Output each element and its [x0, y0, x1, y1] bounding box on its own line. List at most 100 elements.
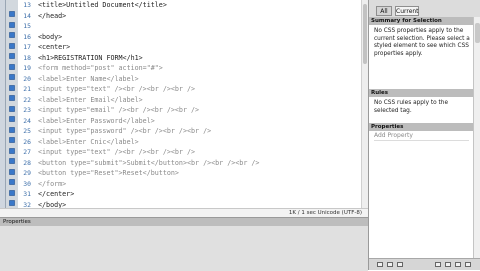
properties-panel-title: Properties [3, 219, 31, 225]
code-line[interactable]: 29 <button type="Reset">Reset</button> [0, 168, 368, 185]
line-number: 23 [23, 106, 31, 114]
code-line[interactable]: 21 <input type="text" /><br /><br /><br /… [0, 84, 368, 101]
show-category-view-icon[interactable] [377, 262, 383, 267]
new-css-rule-icon[interactable] [445, 262, 451, 267]
properties-panel-body [0, 226, 368, 271]
line-number: 28 [23, 158, 31, 167]
code-text: <body> [38, 32, 63, 41]
add-property-link[interactable]: Add Property [374, 132, 469, 141]
line-marker-icon [9, 76, 15, 91]
code-line[interactable]: 26 <label>Enter Cnic</label> [0, 137, 368, 154]
edit-rule-icon[interactable] [455, 262, 461, 267]
code-text: <center> [38, 43, 71, 51]
properties-panel-header[interactable]: Properties [0, 218, 368, 226]
show-list-view-icon[interactable] [387, 262, 393, 267]
code-lines: 13 <title>Untitled Document</title> 14 </he… [0, 0, 368, 217]
properties-panel: Properties [0, 217, 368, 271]
line-number: 18 [23, 53, 31, 62]
line-marker-icon [9, 44, 15, 59]
code-line[interactable]: 27 <input type="text" /><br /><br /><br /… [0, 147, 368, 164]
line-marker-icon [9, 23, 15, 38]
line-marker-icon [9, 170, 15, 185]
code-line[interactable]: 13 <title>Untitled Document</title> [0, 0, 368, 17]
show-set-properties-icon[interactable] [397, 262, 403, 267]
css-properties-list: Add Property [369, 131, 473, 258]
summary-section-header[interactable]: Summary for Selection [369, 17, 480, 25]
code-text: </center> [38, 190, 75, 198]
code-line[interactable]: 17 <center> [0, 42, 368, 59]
line-number: 13 [23, 1, 31, 9]
line-marker-icon [9, 149, 15, 164]
line-number: 16 [23, 32, 31, 41]
line-marker-icon [9, 65, 15, 80]
line-number: 31 [23, 190, 31, 198]
code-text: <h1>REGISTRATION FORM</h1> [38, 53, 143, 62]
line-marker-icon [9, 181, 15, 196]
code-line[interactable]: 14 </head> [0, 11, 368, 28]
tab-all[interactable]: All [376, 6, 392, 16]
css-panel-scrollbar-thumb[interactable] [475, 23, 480, 43]
tab-current[interactable]: Current [395, 6, 419, 16]
code-line[interactable]: 31 </center> [0, 189, 368, 206]
line-number: 19 [23, 64, 31, 72]
code-text: <title>Untitled Document</title> [38, 1, 167, 9]
line-marker-icon [9, 97, 15, 112]
line-number: 20 [23, 74, 31, 83]
summary-section-text: No CSS properties apply to the current s… [369, 25, 473, 89]
rules-section-text: No CSS rules apply to the selected tag. [369, 97, 473, 123]
attach-style-sheet-icon[interactable] [435, 262, 441, 267]
css-styles-panel: All Current Summary for Selection No CSS… [368, 0, 480, 270]
code-line[interactable]: 24 <label>Enter Password</label> [0, 116, 368, 133]
code-line[interactable]: 28 <button type="submit">Submit</button><… [0, 158, 368, 175]
line-number: 27 [23, 148, 31, 156]
code-text: </form> [38, 179, 67, 188]
code-text: <label>Enter Cnic</label> [38, 137, 139, 146]
line-marker-icon [9, 202, 15, 217]
line-number: 22 [23, 95, 31, 104]
line-number: 30 [23, 179, 31, 188]
css-panel-toolbar [369, 258, 480, 270]
css-properties-section-header[interactable]: Properties [369, 123, 480, 131]
code-text: <input type="text" /><br /><br /><br /> [38, 148, 196, 156]
code-text: <input type="text" /><br /><br /><br /> [38, 85, 196, 93]
line-number: 15 [23, 22, 31, 30]
line-marker-icon [9, 55, 15, 70]
code-line[interactable]: 30 </form> [0, 179, 368, 196]
code-text: <label>Enter Password</label> [38, 116, 155, 125]
line-number: 21 [23, 85, 31, 93]
editor-scrollbar-thumb[interactable] [363, 4, 367, 64]
line-marker-icon [9, 118, 15, 133]
code-line[interactable]: 15 [0, 21, 368, 38]
code-editor[interactable]: 13 <title>Untitled Document</title> 14 </he… [0, 0, 368, 217]
line-marker-icon [9, 2, 15, 17]
code-text: </head> [38, 11, 67, 20]
code-line[interactable]: 18 <h1>REGISTRATION FORM</h1> [0, 53, 368, 70]
line-marker-icon [9, 107, 15, 122]
delete-css-rule-icon[interactable] [465, 262, 471, 267]
editor-scrollbar[interactable] [361, 0, 368, 208]
code-text: <input type="password" /><br /><br /><br… [38, 127, 212, 135]
code-text: <button type="Reset">Reset</button> [38, 169, 179, 177]
line-number: 29 [23, 169, 31, 177]
code-text: <label>Enter Email</label> [38, 95, 143, 104]
code-text: <input type="email" /><br /><br /><br /> [38, 106, 200, 114]
line-marker-icon [9, 13, 15, 28]
css-panel-scrollbar[interactable] [473, 17, 480, 258]
line-marker-icon [9, 139, 15, 154]
line-number: 14 [23, 11, 31, 20]
line-marker-icon [9, 86, 15, 101]
css-panel-tabs: All Current [369, 0, 480, 17]
code-line[interactable]: 20 <label>Enter Name</label> [0, 74, 368, 91]
code-text: <label>Enter Name</label> [38, 74, 139, 83]
rules-section-header[interactable]: Rules [369, 89, 480, 97]
line-marker-icon [9, 160, 15, 175]
code-line[interactable]: 19 <form method="post" action="#"> [0, 63, 368, 80]
line-marker-icon [9, 128, 15, 143]
code-line[interactable]: 22 <label>Enter Email</label> [0, 95, 368, 112]
code-line[interactable]: 16 <body> [0, 32, 368, 49]
code-line[interactable]: 25 <input type="password" /><br /><br /><… [0, 126, 368, 143]
line-number: 17 [23, 43, 31, 51]
code-text: <form method="post" action="#"> [38, 64, 163, 72]
code-text: <button type="submit">Submit</button><br… [38, 158, 260, 167]
code-line[interactable]: 23 <input type="email" /><br /><br /><br … [0, 105, 368, 122]
